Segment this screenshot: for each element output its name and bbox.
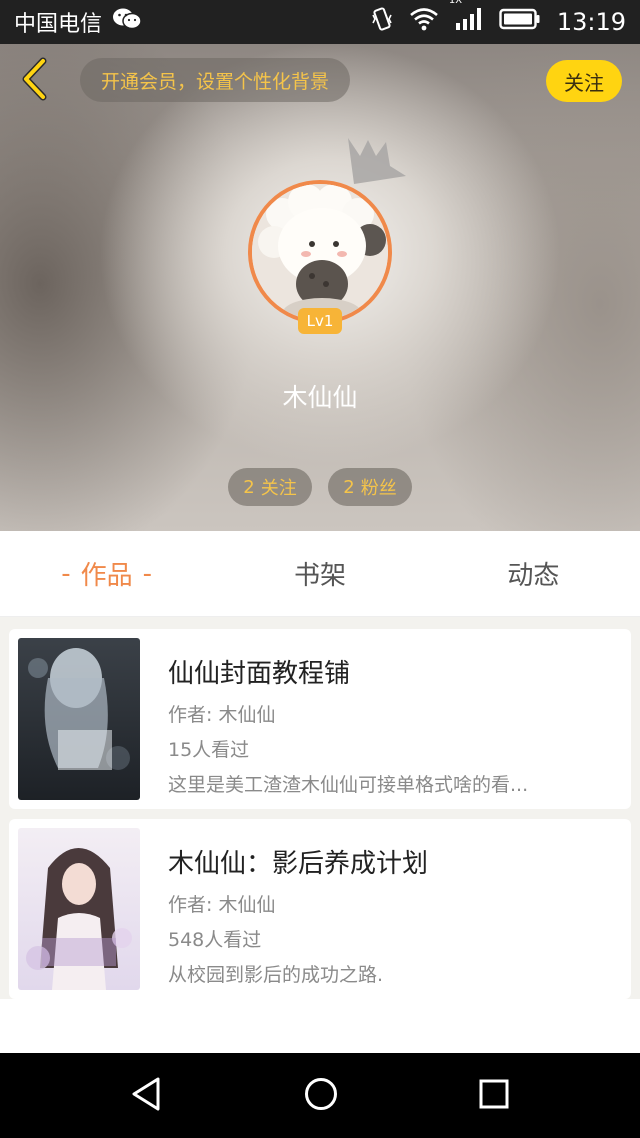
signal-icon: 1X (449, 0, 483, 37)
tab-activity[interactable]: 动态 (427, 531, 640, 616)
work-description: 这里是美工渣渣木仙仙可接单格式啥的看... (168, 774, 529, 796)
tab-active-dash-right: - (142, 558, 153, 589)
profile-tabs: - 作品 - 书架 动态 (0, 531, 640, 617)
work-author: 作者: 木仙仙 (168, 894, 276, 916)
following-label: 关注 (260, 478, 297, 499)
username: 木仙仙 (282, 383, 358, 412)
work-views: 15人看过 (168, 739, 250, 761)
follow-button[interactable]: 关注 (546, 60, 622, 102)
tab-label: 动态 (507, 561, 560, 591)
profile-header: 开通会员，设置个性化背景 关注 Lv1 木仙仙 2 关注 2 粉丝 (0, 44, 640, 531)
tab-active-dash-left: - (61, 558, 71, 589)
level-badge: Lv1 (298, 308, 342, 334)
work-author: 作者: 木仙仙 (168, 704, 276, 726)
list-bottom-spacer (0, 999, 640, 1053)
battery-icon (499, 8, 541, 36)
vip-background-banner[interactable]: 开通会员，设置个性化背景 (80, 58, 350, 102)
carrier-label: 中国电信 (14, 12, 103, 37)
following-count: 2 (243, 476, 255, 498)
tab-works[interactable]: - 作品 - (0, 531, 213, 616)
tab-label: 作品 (80, 561, 133, 591)
fans-label: 粉丝 (360, 478, 397, 499)
wechat-icon (112, 6, 142, 38)
nav-back-icon[interactable] (130, 1076, 164, 1116)
wifi-icon (409, 7, 439, 37)
list-item[interactable]: 仙仙封面教程铺 作者: 木仙仙 15人看过 这里是美工渣渣木仙仙可接单格式啥的看… (9, 629, 631, 809)
nav-home-icon[interactable] (303, 1076, 339, 1116)
clock: 13:19 (556, 8, 626, 36)
back-button[interactable] (14, 57, 54, 105)
following-count-button[interactable]: 2 关注 (228, 468, 312, 506)
work-title: 木仙仙：影后养成计划 (168, 849, 429, 879)
tab-bookshelf[interactable]: 书架 (213, 531, 426, 616)
work-title: 仙仙封面教程铺 (168, 659, 351, 689)
book-cover[interactable] (18, 638, 140, 800)
system-navigation-bar (0, 1053, 640, 1138)
works-list: 仙仙封面教程铺 作者: 木仙仙 15人看过 这里是美工渣渣木仙仙可接单格式啥的看… (0, 617, 640, 999)
back-icon (19, 57, 49, 105)
list-item[interactable]: 木仙仙：影后养成计划 作者: 木仙仙 548人看过 从校园到影后的成功之路. (9, 819, 631, 999)
work-views: 548人看过 (168, 929, 262, 951)
fans-count-button[interactable]: 2 粉丝 (328, 468, 412, 506)
fans-count: 2 (343, 476, 355, 498)
tab-label: 书架 (293, 561, 346, 591)
status-bar: 中国电信 1X 13:19 (0, 0, 640, 44)
network-type-label: 1X (448, 0, 463, 6)
user-avatar[interactable] (248, 180, 392, 324)
nav-recents-icon[interactable] (478, 1078, 510, 1114)
vibrate-icon (371, 6, 393, 38)
book-cover[interactable] (18, 828, 140, 990)
work-description: 从校园到影后的成功之路. (168, 964, 384, 986)
